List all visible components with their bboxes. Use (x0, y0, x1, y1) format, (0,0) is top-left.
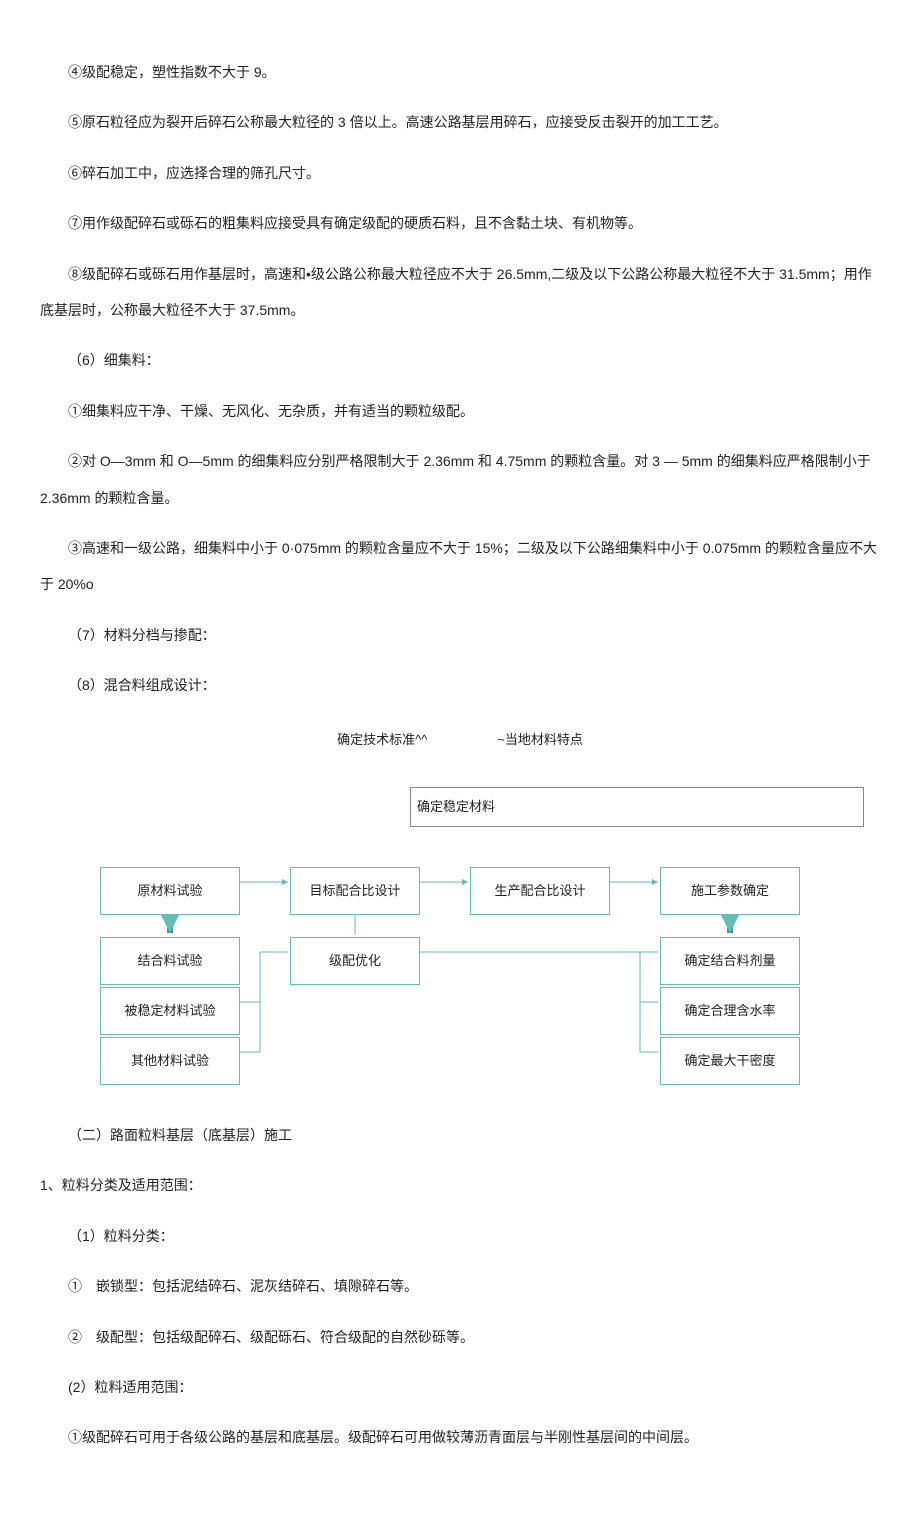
text-line: (2）粒料适用范围： (40, 1369, 880, 1405)
text-line: ③高速和一级公路，细集料中小于 0·075mm 的颗粒含量应不大于 15%；二级… (40, 530, 880, 603)
text-line: ⑥碎石加工中，应选择合理的筛孔尺寸。 (40, 155, 880, 191)
section-heading: （二）路面粒料基层（底基层）施工 (40, 1117, 880, 1153)
text-line: ②对 O—3mm 和 O—5mm 的细集料应分别严格限制大于 2.36mm 和 … (40, 443, 880, 516)
text-line: （6）细集料： (40, 342, 880, 378)
flow-top-labels: 确定技术标准^^ ~当地材料特点 (40, 723, 880, 757)
node-gradation-opt: 级配优化 (290, 937, 420, 985)
text-line: ② 级配型：包括级配碎石、级配砾石、符合级配的自然砂砾等。 (40, 1319, 880, 1355)
node-raw-test: 原材料试验 (100, 867, 240, 915)
node-water-content: 确定合理含水率 (660, 987, 800, 1035)
node-target-mix: 目标配合比设计 (290, 867, 420, 915)
text-line: ①细集料应干净、干燥、无风化、无杂质，并有适当的颗粒级配。 (40, 393, 880, 429)
text-line: 1、粒料分类及适用范围： (40, 1167, 880, 1203)
text-line: （1）粒料分类： (40, 1218, 880, 1254)
node-construction-param: 施工参数确定 (660, 867, 800, 915)
flowchart: 原材料试验 目标配合比设计 生产配合比设计 施工参数确定 结合料试验 级配优化 … (100, 867, 820, 1067)
box-determine-stable-material: 确定稳定材料 (410, 787, 864, 827)
node-max-density: 确定最大干密度 (660, 1037, 800, 1085)
node-other-test: 其他材料试验 (100, 1037, 240, 1085)
text-line: （8）混合料组成设计： (40, 667, 880, 703)
node-production-mix: 生产配合比设计 (470, 867, 610, 915)
node-binder-dose: 确定结合料剂量 (660, 937, 800, 985)
text-line: ④级配稳定，塑性指数不大于 9。 (40, 54, 880, 90)
label-local-material: ~当地材料特点 (497, 723, 583, 757)
text-line: ⑧级配碎石或砾石用作基层时，高速和•级公路公称最大粒径应不大于 26.5mm,二… (40, 256, 880, 329)
text-line: ① 嵌锁型：包括泥结碎石、泥灰结碎石、填隙碎石等。 (40, 1268, 880, 1304)
node-binder-test: 结合料试验 (100, 937, 240, 985)
text-line: ⑦用作级配碎石或砾石的粗集料应接受具有确定级配的硬质石料，且不含黏土块、有机物等… (40, 205, 880, 241)
text-line: ①级配碎石可用于各级公路的基层和底基层。级配碎石可用做较薄沥青面层与半刚性基层间… (40, 1419, 880, 1455)
text-line: ⑤原石粒径应为裂开后碎石公称最大粒径的 3 倍以上。高速公路基层用碎石，应接受反… (40, 104, 880, 140)
label-tech-standard: 确定技术标准^^ (337, 723, 427, 757)
node-stable-test: 被稳定材料试验 (100, 987, 240, 1035)
text-line: （7）材料分档与掺配： (40, 617, 880, 653)
